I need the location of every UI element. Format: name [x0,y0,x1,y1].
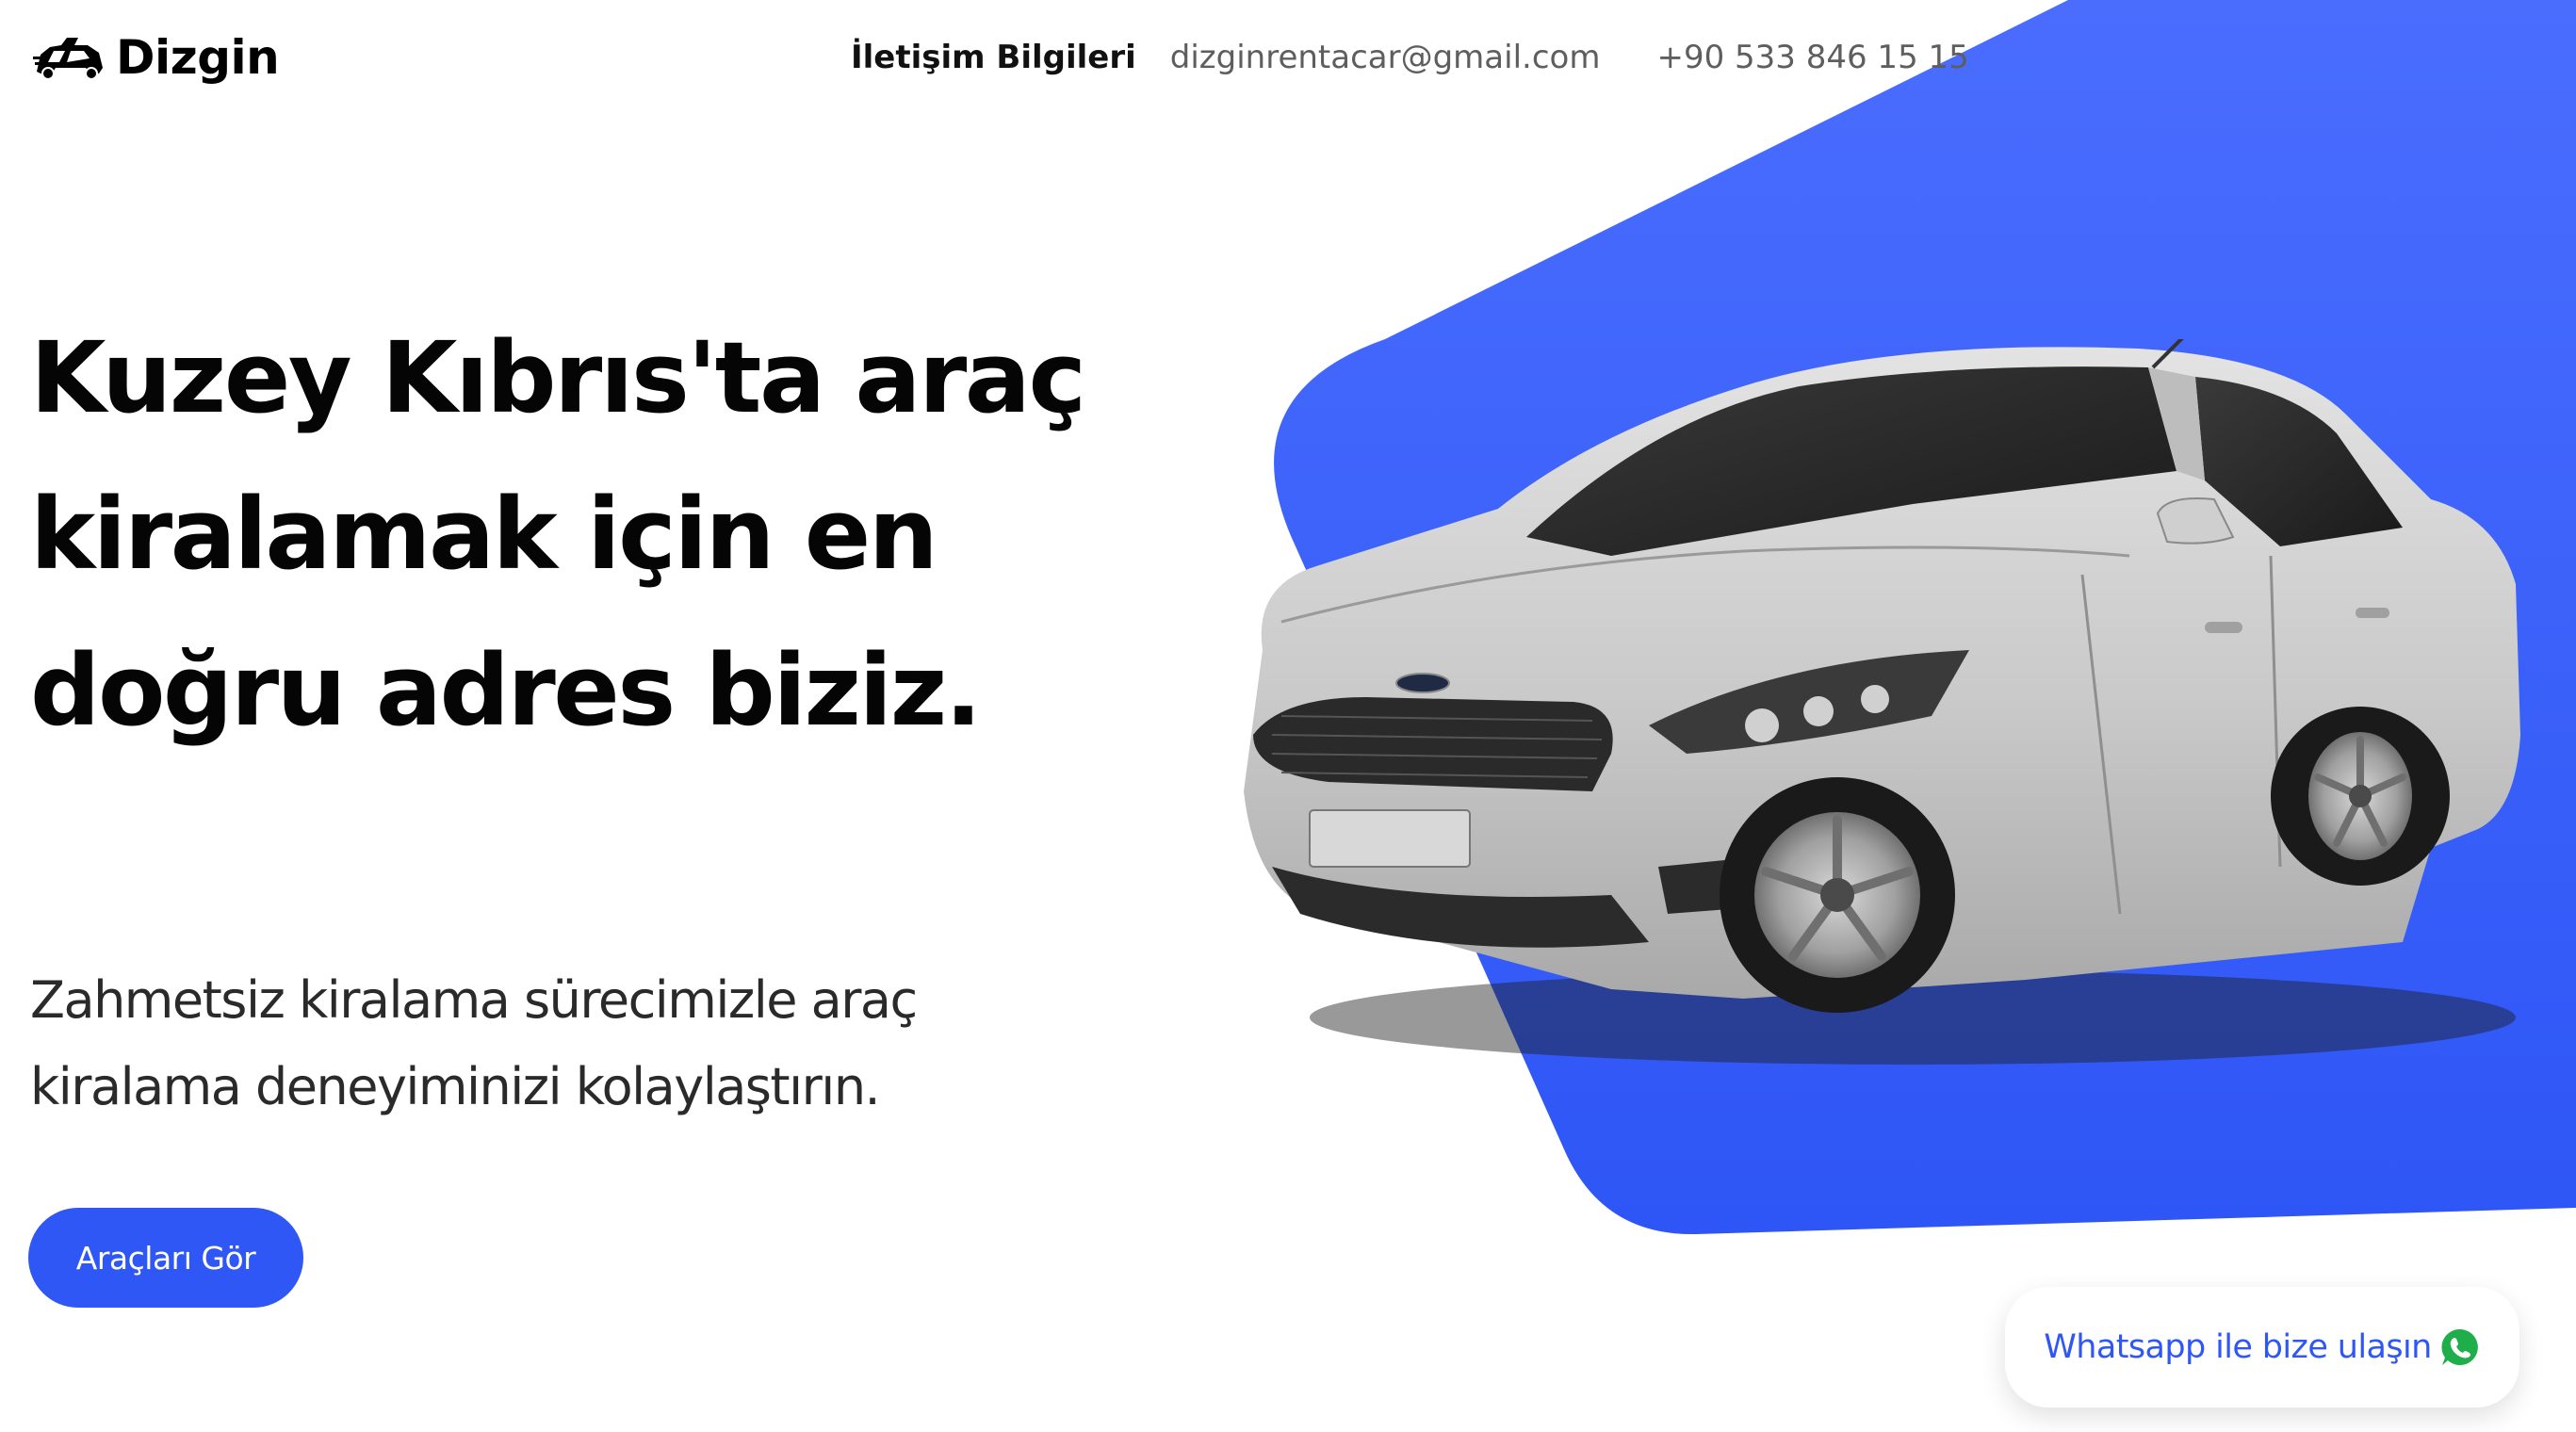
whatsapp-icon [2441,1328,2478,1365]
brand-logo[interactable]: Dizgin [33,26,280,89]
brand-name: Dizgin [116,30,280,85]
contact-email-link[interactable]: dizginrentacar@gmail.com [1170,39,1601,76]
view-cars-button[interactable]: Araçları Gör [28,1208,303,1308]
car-speed-logo-icon [33,38,103,80]
contact-info-title: İletişim Bilgileri [851,39,1136,76]
whatsapp-label: Whatsapp ile bize ulaşın [2044,1328,2432,1366]
contact-phone-link[interactable]: +90 533 846 15 15 [1656,39,1968,76]
silver-sedan-car-image [1244,339,2520,1065]
contact-info-nav: İletişim Bilgileri dizginrentacar@gmail.… [851,34,1969,81]
hero-title: Kuzey Kıbrıs'ta araç kiralamak için en d… [30,320,1086,748]
landing-page: Dizgin İletişim Bilgileri dizginrentacar… [0,0,2576,1432]
whatsapp-contact-button[interactable]: Whatsapp ile bize ulaşın [2005,1287,2519,1408]
hero-subtitle: Zahmetsiz kiralama sürecimizle araç kira… [30,970,918,1116]
